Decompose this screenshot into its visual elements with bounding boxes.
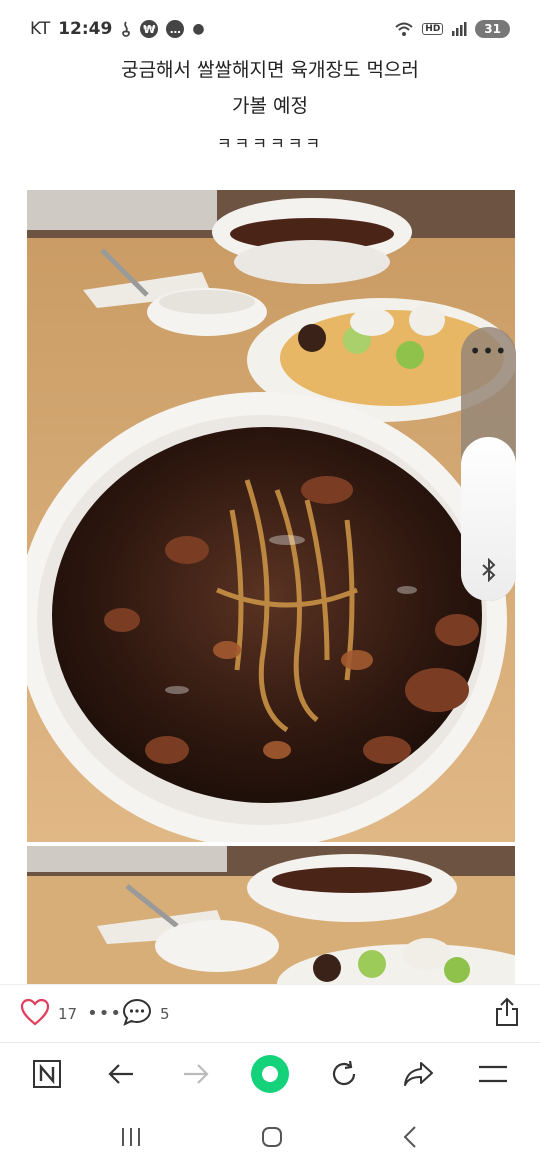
battery-indicator: 31 — [475, 20, 510, 38]
naver-home-button[interactable] — [22, 1051, 72, 1101]
heart-icon — [20, 998, 50, 1030]
status-left: KT 12:49 ₩ … ● — [30, 19, 205, 39]
share-forward-button[interactable] — [394, 1051, 444, 1101]
share-icon[interactable] — [494, 997, 520, 1031]
panel-handle[interactable] — [461, 437, 516, 601]
gesture-icon — [120, 20, 132, 38]
post-action-bar: 17 ••• 5 — [0, 984, 540, 1042]
browser-toolbar — [0, 1042, 540, 1108]
food-photo-jajangmyeon[interactable] — [27, 190, 515, 842]
green-action-button[interactable] — [245, 1051, 295, 1101]
status-right: HD 31 — [394, 20, 510, 38]
post-line-2: 가볼 예정 — [232, 95, 308, 117]
food-photo-side[interactable] — [27, 846, 515, 984]
like-count: 17 — [58, 1004, 78, 1023]
more-dots-icon[interactable]: ••• — [87, 1003, 122, 1024]
home-icon[interactable] — [260, 1125, 284, 1153]
floating-control-panel[interactable]: ••• — [461, 327, 516, 601]
refresh-button[interactable] — [319, 1051, 369, 1101]
status-bar: KT 12:49 ₩ … ● HD 31 — [0, 0, 540, 58]
system-nav-bar — [0, 1108, 540, 1170]
wifi-icon — [394, 21, 414, 37]
won-icon: ₩ — [140, 20, 159, 38]
bluetooth-icon[interactable] — [480, 557, 498, 587]
more-dots-icon[interactable]: ••• — [469, 341, 507, 361]
hamburger-menu-icon — [478, 1064, 508, 1088]
recent-apps-icon[interactable] — [119, 1126, 143, 1152]
share-arrow-icon — [403, 1060, 435, 1092]
green-circle-icon — [250, 1054, 290, 1098]
comment-count: 5 — [159, 1004, 170, 1023]
forward-arrow-icon — [182, 1062, 210, 1090]
status-time: 12:49 — [58, 19, 113, 39]
forward-button[interactable] — [171, 1051, 221, 1101]
menu-button[interactable] — [468, 1051, 518, 1101]
refresh-icon — [329, 1059, 359, 1093]
hd-badge: HD — [422, 23, 444, 35]
back-button[interactable] — [96, 1051, 146, 1101]
comment-icon — [122, 998, 152, 1030]
post-text: 궁금해서 쌀쌀해지면 육개장도 먹으러 가볼 예정 ㅋㅋㅋㅋㅋㅋ — [0, 52, 540, 162]
notification-dot-icon: ● — [192, 21, 205, 37]
like-button[interactable]: 17 — [20, 998, 77, 1030]
chat-icon: … — [166, 20, 185, 38]
carrier-label: KT — [30, 19, 51, 39]
back-arrow-icon — [107, 1062, 135, 1090]
post-line-1: 궁금해서 쌀쌀해지면 육개장도 먹으러 — [121, 59, 419, 81]
back-nav-icon[interactable] — [401, 1125, 421, 1153]
post-line-3: ㅋㅋㅋㅋㅋㅋ — [216, 134, 324, 153]
naver-home-icon — [32, 1059, 62, 1093]
comment-button[interactable]: 5 — [122, 998, 170, 1030]
signal-icon — [451, 22, 467, 36]
